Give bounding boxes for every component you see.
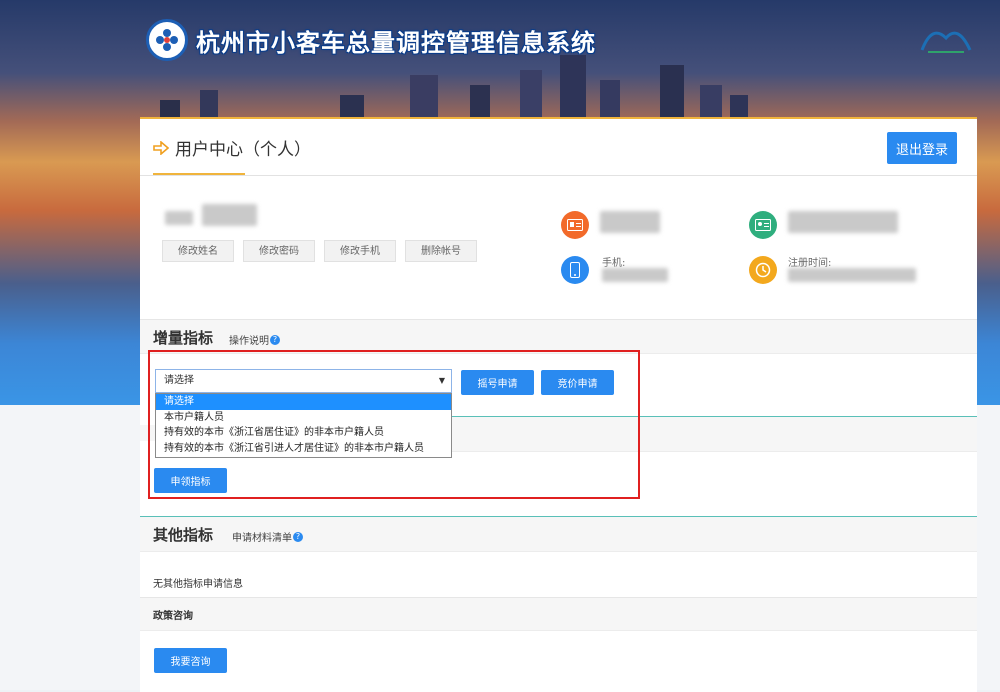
no-other-quota-text: 无其他指标申请信息 (153, 579, 243, 590)
edit-password-button[interactable]: 修改密码 (243, 240, 315, 262)
site-brand: 杭州市小客车总量调控管理信息系统 (146, 18, 596, 62)
operation-guide-text: 操作说明 (229, 336, 269, 347)
consult-button[interactable]: 我要咨询 (154, 648, 227, 673)
user-center-title-wrap: 用户中心（个人） (153, 135, 311, 160)
increment-section-header: 增量指标 操作说明 ? (140, 319, 977, 354)
material-list-link[interactable]: 申请材料清单 ? (232, 529, 303, 544)
delete-account-button[interactable]: 删除帐号 (405, 240, 477, 262)
site-logo-icon (146, 19, 188, 61)
phone-value-redacted (602, 268, 668, 282)
page-title: 用户中心（个人） (175, 140, 311, 160)
user-center-panel: 用户中心（个人） 退出登录 修改姓名 修改密码 修改手机 删除帐号 手机: 注册… (140, 117, 977, 692)
hangzhou-logo (920, 31, 972, 53)
help-icon: ? (270, 334, 280, 345)
id-card-icon (561, 211, 589, 239)
cert-number-redacted (788, 211, 898, 233)
user-name-redacted (165, 211, 193, 225)
highlight-box (148, 350, 640, 499)
user-id-redacted (202, 204, 257, 226)
user-center-header: 用户中心（个人） 退出登录 (140, 119, 977, 176)
increment-title: 增量指标 (153, 329, 214, 347)
user-card-icon (749, 211, 777, 239)
phone-label: 手机: (602, 258, 626, 269)
cert-type-redacted (600, 211, 660, 233)
policy-title: 政策咨询 (153, 611, 193, 622)
logout-button[interactable]: 退出登录 (887, 132, 957, 164)
other-section-header: 其他指标 申请材料清单 ? (140, 517, 977, 552)
user-info-section: 修改姓名 修改密码 修改手机 删除帐号 手机: 注册时间: (140, 176, 977, 319)
title-underline (153, 173, 245, 175)
other-title: 其他指标 (153, 526, 214, 544)
material-list-text: 申请材料清单 (232, 533, 292, 544)
register-time-label: 注册时间: (788, 258, 832, 269)
clock-icon (749, 256, 777, 284)
edit-name-button[interactable]: 修改姓名 (162, 240, 234, 262)
help-icon: ? (293, 531, 303, 542)
site-title: 杭州市小客车总量调控管理信息系统 (196, 28, 596, 57)
operation-guide-link[interactable]: 操作说明 ? (229, 332, 280, 347)
policy-section-header: 政策咨询 (140, 597, 977, 631)
arrow-right-icon (153, 140, 169, 155)
edit-phone-button[interactable]: 修改手机 (324, 240, 396, 262)
phone-icon (561, 256, 589, 284)
register-time-redacted (788, 268, 916, 282)
